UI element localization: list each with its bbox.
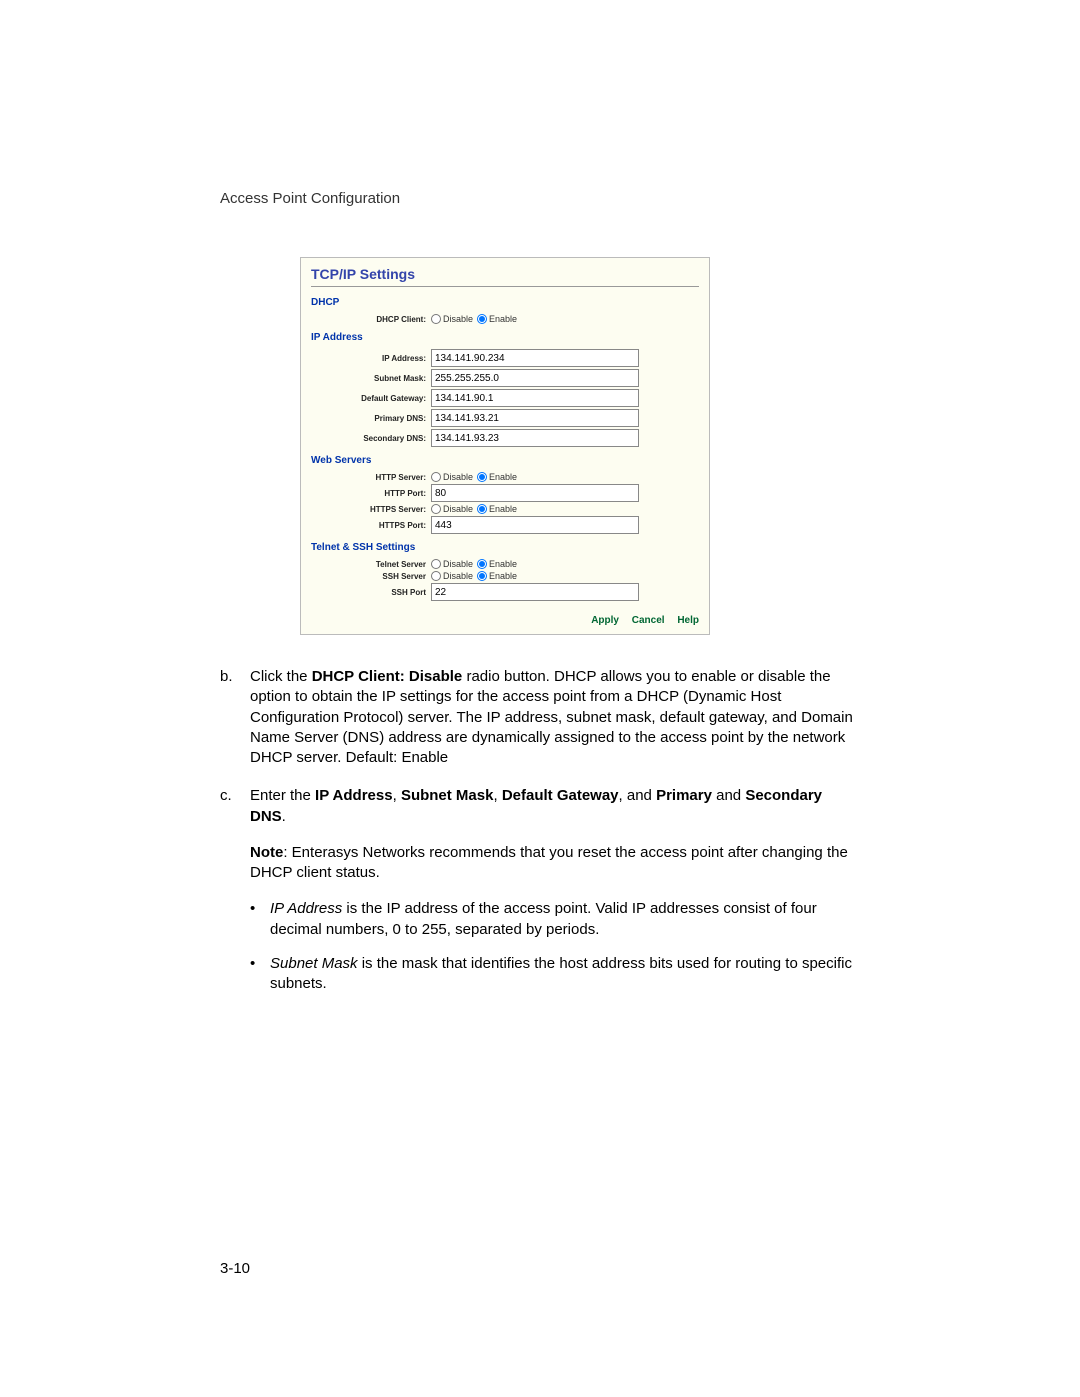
default-gateway-label: Default Gateway: (331, 394, 431, 403)
dhcp-enable-radio[interactable]: Enable (477, 314, 517, 324)
http-server-label: HTTP Server: (331, 473, 431, 482)
section-telnet: Telnet & SSH Settings (311, 542, 699, 553)
telnet-enable-radio[interactable]: Enable (477, 559, 517, 569)
ip-address-input[interactable] (431, 349, 639, 367)
secondary-dns-label: Secondary DNS: (331, 434, 431, 443)
bullet-icon: • (250, 954, 270, 995)
ssh-port-input[interactable] (431, 583, 639, 601)
ip-address-label: IP Address: (331, 354, 431, 363)
subnet-mask-input[interactable] (431, 369, 639, 387)
http-disable-radio[interactable]: Disable (431, 472, 473, 482)
https-server-label: HTTPS Server: (331, 505, 431, 514)
body-text: b. Click the DHCP Client: Disable radio … (220, 667, 860, 1008)
default-gateway-input[interactable] (431, 389, 639, 407)
primary-dns-input[interactable] (431, 409, 639, 427)
dhcp-client-label: DHCP Client: (331, 315, 431, 324)
ssh-port-label: SSH Port (331, 588, 431, 597)
primary-dns-label: Primary DNS: (331, 414, 431, 423)
help-button[interactable]: Help (677, 615, 699, 626)
bullet-icon: • (250, 899, 270, 940)
section-ip: IP Address (311, 332, 699, 343)
step-b-content: Click the DHCP Client: Disable radio but… (250, 667, 860, 768)
ssh-disable-radio[interactable]: Disable (431, 571, 473, 581)
telnet-disable-radio[interactable]: Disable (431, 559, 473, 569)
page-header: Access Point Configuration (220, 190, 860, 207)
step-b-marker: b. (220, 667, 250, 768)
section-web: Web Servers (311, 455, 699, 466)
https-port-input[interactable] (431, 516, 639, 534)
http-enable-radio[interactable]: Enable (477, 472, 517, 482)
apply-button[interactable]: Apply (591, 615, 619, 626)
ssh-enable-radio[interactable]: Enable (477, 571, 517, 581)
http-port-input[interactable] (431, 484, 639, 502)
tcpip-panel: TCP/IP Settings DHCP DHCP Client: Disabl… (300, 257, 710, 635)
page-number: 3-10 (220, 1260, 250, 1277)
http-port-label: HTTP Port: (331, 489, 431, 498)
https-port-label: HTTPS Port: (331, 521, 431, 530)
section-dhcp: DHCP (311, 297, 699, 308)
ssh-server-label: SSH Server (331, 572, 431, 581)
https-enable-radio[interactable]: Enable (477, 504, 517, 514)
secondary-dns-input[interactable] (431, 429, 639, 447)
step-c-content: Enter the IP Address, Subnet Mask, Defau… (250, 786, 860, 1008)
action-bar: Apply Cancel Help (311, 615, 699, 626)
panel-title: TCP/IP Settings (311, 266, 699, 287)
https-disable-radio[interactable]: Disable (431, 504, 473, 514)
telnet-server-label: Telnet Server (331, 560, 431, 569)
subnet-mask-label: Subnet Mask: (331, 374, 431, 383)
dhcp-disable-radio[interactable]: Disable (431, 314, 473, 324)
cancel-button[interactable]: Cancel (632, 615, 665, 626)
step-c-marker: c. (220, 786, 250, 1008)
